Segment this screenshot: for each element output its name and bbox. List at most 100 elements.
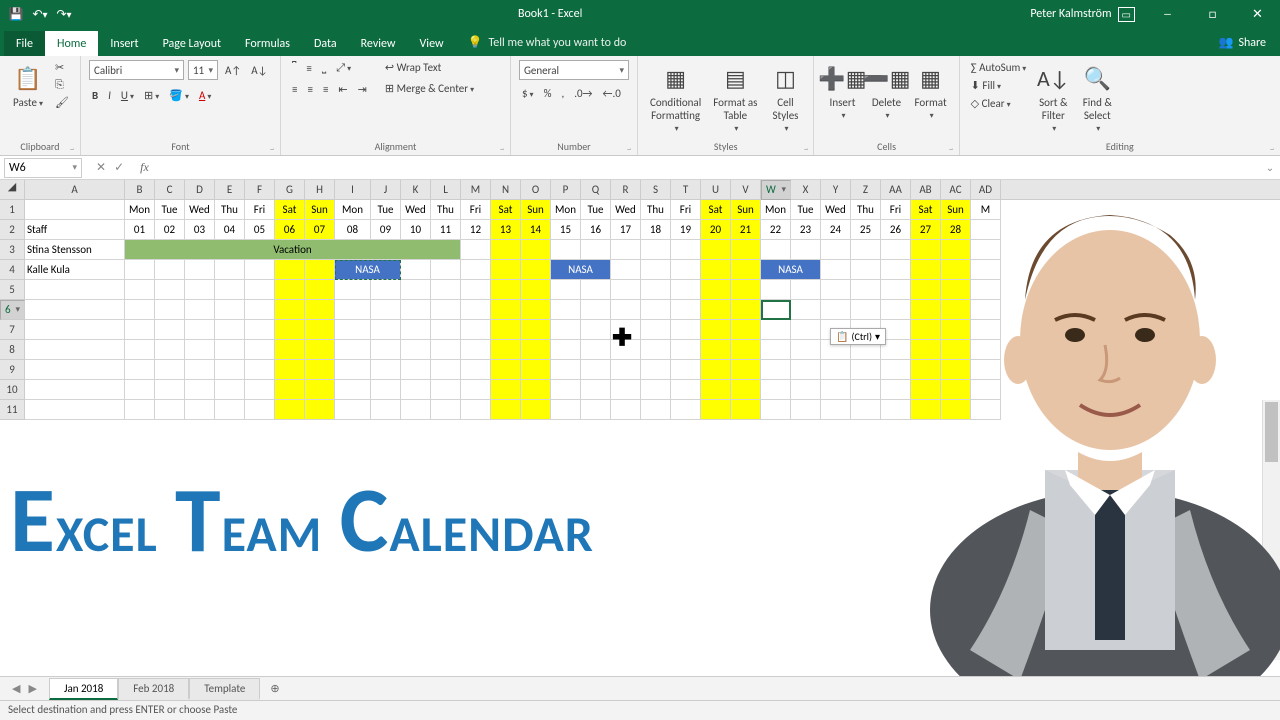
cell[interactable] bbox=[611, 280, 641, 300]
cell[interactable]: 15 bbox=[551, 220, 581, 240]
cell[interactable] bbox=[305, 260, 335, 280]
cell[interactable] bbox=[245, 340, 275, 360]
cell[interactable] bbox=[245, 260, 275, 280]
cell[interactable] bbox=[25, 360, 125, 380]
cell[interactable] bbox=[611, 360, 641, 380]
column-header[interactable]: W bbox=[761, 180, 791, 200]
cell[interactable] bbox=[245, 400, 275, 420]
cell[interactable] bbox=[821, 400, 851, 420]
cell[interactable]: Sun bbox=[305, 200, 335, 220]
cell[interactable] bbox=[155, 300, 185, 320]
cell[interactable] bbox=[701, 280, 731, 300]
number-format-select[interactable]: General bbox=[519, 60, 629, 80]
cell[interactable] bbox=[245, 320, 275, 340]
cell[interactable] bbox=[275, 400, 305, 420]
cell[interactable] bbox=[731, 280, 761, 300]
cell[interactable] bbox=[335, 320, 371, 340]
borders-button[interactable]: ⊞ bbox=[141, 88, 162, 103]
cell[interactable]: 19 bbox=[671, 220, 701, 240]
cell[interactable] bbox=[671, 240, 701, 260]
cell[interactable]: Mon bbox=[551, 200, 581, 220]
cell[interactable] bbox=[305, 380, 335, 400]
cell[interactable] bbox=[791, 300, 821, 320]
cell[interactable] bbox=[245, 300, 275, 320]
cell[interactable] bbox=[701, 240, 731, 260]
font-size-select[interactable]: 11 bbox=[188, 60, 218, 80]
cell[interactable] bbox=[641, 380, 671, 400]
cell[interactable] bbox=[581, 340, 611, 360]
autosum-button[interactable]: ∑ AutoSum bbox=[968, 60, 1030, 75]
cell[interactable] bbox=[851, 380, 881, 400]
cell[interactable] bbox=[851, 240, 881, 260]
insert-cells[interactable]: ➕▦Insert bbox=[822, 60, 862, 123]
cell[interactable] bbox=[305, 280, 335, 300]
cell[interactable] bbox=[731, 380, 761, 400]
cell[interactable] bbox=[25, 200, 125, 220]
cell[interactable]: 18 bbox=[641, 220, 671, 240]
cell[interactable]: 20 bbox=[701, 220, 731, 240]
align-center[interactable]: ≡ bbox=[304, 82, 315, 97]
tab-home[interactable]: Home bbox=[45, 31, 98, 56]
row-header[interactable]: 11 bbox=[0, 400, 25, 420]
italic-button[interactable]: I bbox=[105, 88, 114, 103]
cell[interactable]: Fri bbox=[245, 200, 275, 220]
cell[interactable]: 11 bbox=[431, 220, 461, 240]
cell[interactable] bbox=[581, 380, 611, 400]
cell[interactable]: 09 bbox=[371, 220, 401, 240]
cell[interactable] bbox=[491, 340, 521, 360]
tab-view[interactable]: View bbox=[408, 31, 456, 56]
cell[interactable] bbox=[275, 300, 305, 320]
cell[interactable]: Stina Stensson bbox=[25, 240, 125, 260]
cell[interactable] bbox=[791, 340, 821, 360]
undo-icon[interactable]: ↶▾ bbox=[32, 6, 48, 22]
cell[interactable]: 01 bbox=[125, 220, 155, 240]
comma-button[interactable]: , bbox=[558, 86, 567, 101]
cell[interactable] bbox=[245, 280, 275, 300]
close-button[interactable]: ✕ bbox=[1235, 0, 1280, 28]
cell[interactable]: Fri bbox=[461, 200, 491, 220]
cell[interactable] bbox=[521, 340, 551, 360]
cell[interactable]: 14 bbox=[521, 220, 551, 240]
paste-options-button[interactable]: 📋 (Ctrl) ▾ bbox=[830, 328, 886, 345]
cell[interactable]: Sat bbox=[275, 200, 305, 220]
cell[interactable] bbox=[761, 240, 791, 260]
fx-icon[interactable]: fx bbox=[134, 160, 155, 175]
inc-indent[interactable]: ⇥ bbox=[355, 82, 370, 97]
cell[interactable] bbox=[521, 260, 551, 280]
cell[interactable] bbox=[731, 340, 761, 360]
fill-button[interactable]: ⬇ Fill bbox=[968, 78, 1030, 93]
cell[interactable] bbox=[245, 360, 275, 380]
cell[interactable]: 23 bbox=[791, 220, 821, 240]
column-header[interactable]: S bbox=[641, 180, 671, 199]
cell[interactable] bbox=[431, 280, 461, 300]
cell[interactable]: 21 bbox=[731, 220, 761, 240]
format-painter-button[interactable]: 🖌 bbox=[52, 95, 72, 110]
cell[interactable] bbox=[125, 260, 155, 280]
cell[interactable] bbox=[401, 340, 431, 360]
cell[interactable]: Mon bbox=[335, 200, 371, 220]
cell[interactable]: Sat bbox=[491, 200, 521, 220]
cell[interactable]: Sun bbox=[731, 200, 761, 220]
font-color-button[interactable]: A bbox=[196, 88, 214, 103]
cell[interactable] bbox=[125, 300, 155, 320]
cell[interactable] bbox=[371, 340, 401, 360]
cell[interactable] bbox=[821, 280, 851, 300]
column-header[interactable]: E bbox=[215, 180, 245, 199]
cell[interactable]: 08 bbox=[335, 220, 371, 240]
cell[interactable]: Wed bbox=[821, 200, 851, 220]
cell[interactable] bbox=[671, 320, 701, 340]
sheet-tab[interactable]: Template bbox=[189, 678, 260, 700]
nasa-cell[interactable]: NASA bbox=[335, 260, 401, 280]
cell[interactable] bbox=[641, 400, 671, 420]
cell[interactable]: Thu bbox=[641, 200, 671, 220]
cell[interactable]: 22 bbox=[761, 220, 791, 240]
cell[interactable] bbox=[371, 400, 401, 420]
cell[interactable] bbox=[491, 380, 521, 400]
cell[interactable] bbox=[671, 300, 701, 320]
cell[interactable] bbox=[641, 320, 671, 340]
cell[interactable] bbox=[521, 360, 551, 380]
row-header[interactable]: 8 bbox=[0, 340, 25, 360]
cell[interactable] bbox=[731, 240, 761, 260]
cell[interactable] bbox=[491, 320, 521, 340]
cell[interactable] bbox=[215, 320, 245, 340]
